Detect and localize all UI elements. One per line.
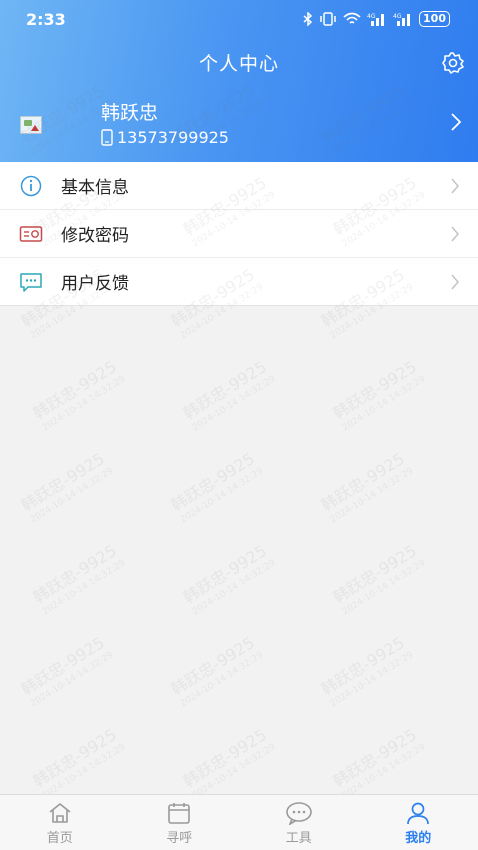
watermark-name: 韩跃忠-9925 <box>179 724 270 792</box>
home-icon <box>49 803 71 823</box>
watermark-name: 韩跃忠-9925 <box>179 540 270 608</box>
watermark-name: 韩跃忠-9925 <box>179 356 270 424</box>
user-phone: 13573799925 <box>117 128 229 147</box>
tab-label: 工具 <box>285 831 312 846</box>
info-icon <box>20 175 42 197</box>
svg-text:4G: 4G <box>393 13 402 20</box>
watermark-text: 韩跃忠-99252024-10-14 14:32:29 <box>179 540 279 620</box>
watermark-timestamp: 2024-10-14 14:32:29 <box>190 374 278 434</box>
watermark-text: 韩跃忠-99252024-10-14 14:32:29 <box>29 540 129 620</box>
watermark-timestamp: 2024-10-14 14:32:29 <box>28 466 116 526</box>
watermark-name: 韩跃忠-9925 <box>317 632 408 700</box>
svg-text:4G: 4G <box>367 13 376 20</box>
watermark-name: 韩跃忠-9925 <box>167 632 258 700</box>
chevron-right-icon <box>451 226 459 242</box>
tab-home[interactable]: 首页 <box>0 795 120 850</box>
watermark-text: 韩跃忠-99252024-10-14 14:32:29 <box>329 540 429 620</box>
vibrate-icon <box>320 12 336 26</box>
watermark-text: 韩跃忠-99252024-10-14 14:32:29 <box>29 724 129 804</box>
watermark-name: 韩跃忠-9925 <box>317 448 408 516</box>
menu-item-basic-info[interactable]: 基本信息 <box>0 162 478 210</box>
gear-icon <box>442 52 464 74</box>
menu-item-change-password[interactable]: 修改密码 <box>0 210 478 258</box>
watermark-timestamp: 2024-10-14 14:32:29 <box>28 650 116 710</box>
watermark-timestamp: 2024-10-14 14:32:29 <box>190 558 278 618</box>
signal-icon: 4G <box>367 13 385 26</box>
watermark-text: 韩跃忠-99252024-10-14 14:32:29 <box>167 632 267 712</box>
tab-label: 首页 <box>46 831 73 846</box>
watermark-name: 韩跃忠-9925 <box>167 448 258 516</box>
menu-item-label: 基本信息 <box>61 178 129 198</box>
user-icon <box>407 802 430 825</box>
phone-row: 13573799925 <box>101 128 229 147</box>
tab-label: 寻呼 <box>166 831 193 846</box>
watermark-text: 韩跃忠-99252024-10-14 14:32:29 <box>329 356 429 436</box>
watermark-text: 韩跃忠-99252024-10-14 14:32:29 <box>317 632 417 712</box>
chat-icon <box>285 802 312 825</box>
watermark-text: 韩跃忠-99252024-10-14 14:32:29 <box>317 448 417 528</box>
watermark-timestamp: 2024-10-14 14:32:29 <box>328 466 416 526</box>
tab-mine[interactable]: 我的 <box>359 795 478 850</box>
menu-item-label: 修改密码 <box>61 226 129 246</box>
watermark-timestamp: 2024-10-14 14:32:29 <box>178 650 266 710</box>
nav-bar: 个人中心 <box>0 44 478 80</box>
status-time: 2:33 <box>26 9 66 29</box>
user-name: 韩跃忠 <box>101 102 159 124</box>
password-icon <box>19 226 43 242</box>
watermark-name: 韩跃忠-9925 <box>17 448 108 516</box>
signal-icon: 4G <box>393 13 411 26</box>
watermark-text: 韩跃忠-99252024-10-14 14:32:29 <box>179 356 279 436</box>
watermark-name: 韩跃忠-9925 <box>329 356 420 424</box>
avatar <box>20 116 42 134</box>
watermark-name: 韩跃忠-9925 <box>17 632 108 700</box>
calendar-icon <box>168 803 191 824</box>
menu-list: 基本信息 修改密码 用户反馈 <box>0 162 478 306</box>
settings-button[interactable] <box>440 50 466 76</box>
watermark-timestamp: 2024-10-14 14:32:29 <box>328 650 416 710</box>
chevron-right-icon <box>451 113 462 131</box>
watermark-text: 韩跃忠-99252024-10-14 14:32:29 <box>17 632 117 712</box>
watermark-name: 韩跃忠-9925 <box>329 724 420 792</box>
watermark-name: 韩跃忠-9925 <box>329 540 420 608</box>
tab-label: 我的 <box>405 831 432 846</box>
watermark-name: 韩跃忠-9925 <box>29 356 120 424</box>
watermark-name: 韩跃忠-9925 <box>29 540 120 608</box>
watermark-text: 韩跃忠-99252024-10-14 14:32:29 <box>179 724 279 804</box>
watermark-text: 韩跃忠-99252024-10-14 14:32:29 <box>167 448 267 528</box>
watermark-timestamp: 2024-10-14 14:32:29 <box>340 374 428 434</box>
menu-item-label: 用户反馈 <box>61 274 129 294</box>
profile-card[interactable]: 韩跃忠 13573799925 <box>0 90 478 160</box>
page-title: 个人中心 <box>198 52 279 75</box>
watermark-name: 韩跃忠-9925 <box>29 724 120 792</box>
tab-bar: 首页 寻呼 工具 我的 <box>0 794 478 850</box>
header: 2:33 4G 4G 100 个人中心 韩跃忠 13573799925 <box>0 0 478 162</box>
chevron-right-icon <box>451 178 459 194</box>
chevron-right-icon <box>451 274 459 290</box>
phone-icon <box>101 129 113 146</box>
battery-indicator: 100 <box>419 11 450 27</box>
status-bar: 2:33 4G 4G 100 <box>0 0 478 38</box>
tab-paging[interactable]: 寻呼 <box>120 795 240 850</box>
watermark-text: 韩跃忠-99252024-10-14 14:32:29 <box>17 448 117 528</box>
feedback-icon <box>20 273 42 292</box>
watermark-timestamp: 2024-10-14 14:32:29 <box>40 374 128 434</box>
watermark-timestamp: 2024-10-14 14:32:29 <box>340 558 428 618</box>
bluetooth-icon <box>303 12 313 26</box>
watermark-timestamp: 2024-10-14 14:32:29 <box>178 466 266 526</box>
watermark-text: 韩跃忠-99252024-10-14 14:32:29 <box>329 724 429 804</box>
watermark-timestamp: 2024-10-14 14:32:29 <box>40 558 128 618</box>
tab-tools[interactable]: 工具 <box>239 795 359 850</box>
menu-item-feedback[interactable]: 用户反馈 <box>0 258 478 306</box>
wifi-icon <box>343 12 361 24</box>
status-icons: 4G 4G 100 <box>303 11 450 27</box>
watermark-text: 韩跃忠-99252024-10-14 14:32:29 <box>29 356 129 436</box>
